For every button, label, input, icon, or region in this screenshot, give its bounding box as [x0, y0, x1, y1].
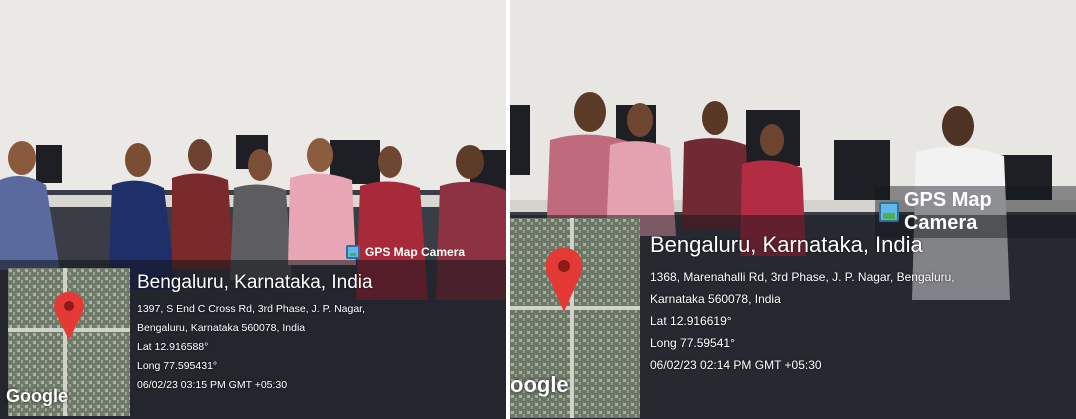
address-line: Bengaluru, Karnataka 560078, India — [137, 322, 306, 334]
geotagged-photo-left: Google GPS Map Camera Bengaluru, Karnata… — [0, 0, 506, 419]
timestamp: 06/02/23 02:14 PM GMT +05:30 — [650, 358, 822, 372]
location-info-left: Bengaluru, Karnataka, India 1397, S End … — [137, 272, 506, 419]
gps-map-camera-badge: GPS Map Camera — [875, 186, 1076, 238]
photo-collage: Google GPS Map Camera Bengaluru, Karnata… — [0, 0, 1076, 419]
google-map-logo: Google — [6, 386, 68, 406]
gps-map-camera-badge: GPS Map Camera — [346, 245, 465, 259]
longitude: Long 77.59541° — [650, 336, 735, 350]
location-title: Bengaluru, Karnataka, India — [137, 272, 373, 293]
geotagged-photo-right: oogle GPS Map Camera Bengaluru, Karnatak… — [510, 0, 1076, 419]
address-line: 1368, Marenahalli Rd, 3rd Phase, J. P. N… — [650, 270, 955, 284]
latitude: Lat 12.916588° — [137, 341, 209, 353]
google-map-logo: oogle — [510, 372, 569, 397]
gps-camera-app-icon — [879, 202, 899, 222]
longitude: Long 77.595431° — [137, 360, 218, 372]
badge-label: GPS Map Camera — [903, 189, 992, 234]
location-info-right: Bengaluru, Karnataka, India 1368, Marena… — [650, 232, 1076, 419]
latitude: Lat 12.916619° — [650, 314, 732, 328]
timestamp: 06/02/23 03:15 PM GMT +05:30 — [137, 379, 288, 391]
gps-camera-app-icon — [346, 245, 360, 259]
location-title: Bengaluru, Karnataka, India — [650, 232, 923, 257]
address-line: 1397, S End C Cross Rd, 3rd Phase, J. P.… — [137, 303, 366, 315]
address-line: Karnataka 560078, India — [650, 292, 781, 306]
badge-label: GPS Map Camera — [365, 245, 466, 259]
